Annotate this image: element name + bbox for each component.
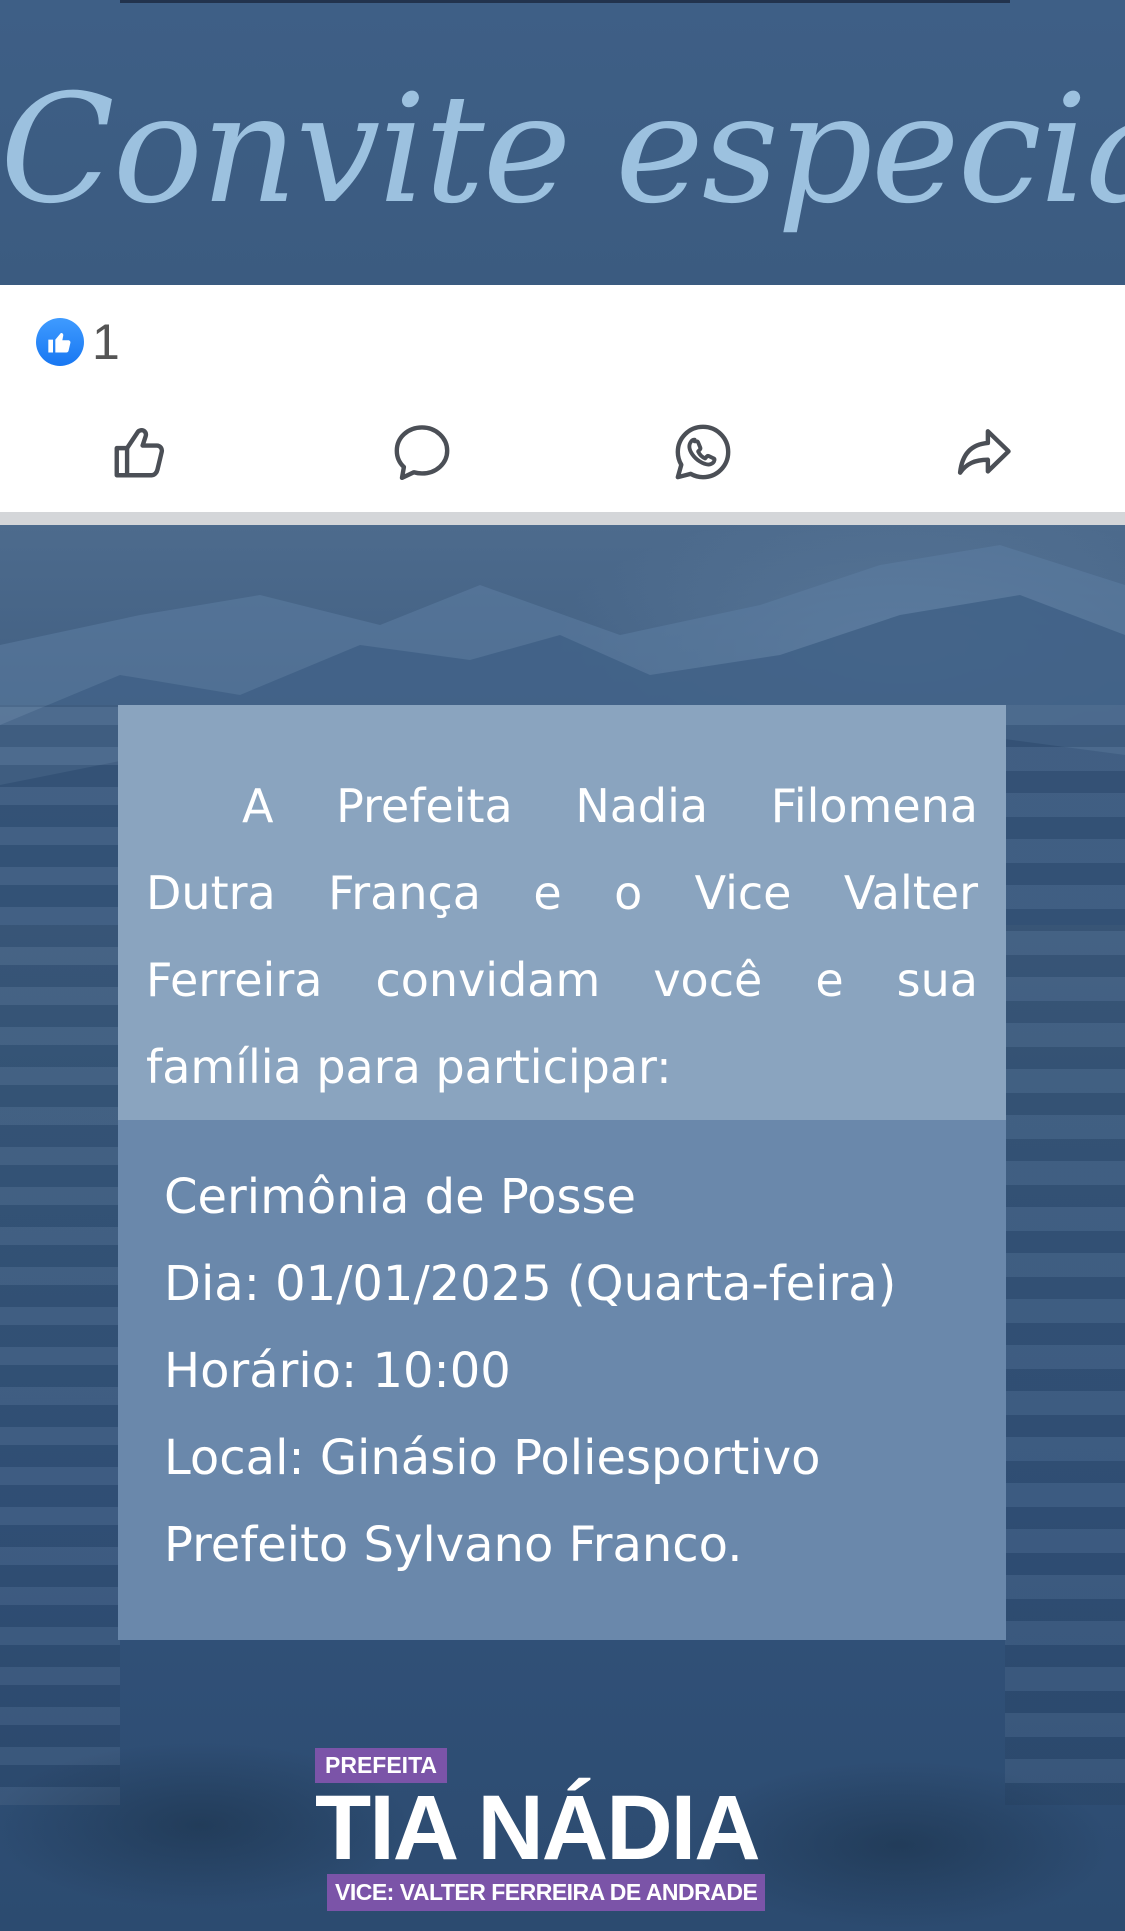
share-arrow-icon <box>957 429 1011 475</box>
like-reaction-icon[interactable] <box>36 318 84 366</box>
whatsapp-icon <box>675 424 731 480</box>
logo-name: TIA NÁDIA <box>315 1777 761 1879</box>
post-image-banner[interactable]: Convite especial <box>0 0 1125 285</box>
comment-bubble-icon <box>394 425 450 481</box>
post-divider <box>0 512 1125 525</box>
event-time: Horário: 10:00 <box>164 1343 511 1399</box>
logo-vice: VICE: VALTER FERREIRA DE ANDRADE <box>327 1874 766 1911</box>
event-name: Cerimônia de Posse <box>164 1169 637 1225</box>
campaign-logo: PREFEITA TIA NÁDIA VICE: VALTER FERREIRA… <box>315 1748 815 1918</box>
event-place-line1: Local: Ginásio Poliesportivo <box>164 1430 821 1486</box>
event-place-line2: Prefeito Sylvano Franco. <box>164 1517 743 1573</box>
banner-top-strip <box>120 0 1010 3</box>
reactions-row <box>0 285 1125 395</box>
whatsapp-button[interactable] <box>671 420 735 484</box>
banner-title: Convite especial <box>0 63 1125 237</box>
comment-button[interactable] <box>390 420 454 484</box>
event-details-card: Cerimônia de Posse Dia: 01/01/2025 (Quar… <box>118 1120 1006 1640</box>
thumbs-up-icon <box>114 428 165 478</box>
invitation-intro-card: A Prefeita Nadia Filomena Dutra França e… <box>118 705 1006 1120</box>
like-button[interactable] <box>108 420 172 484</box>
invitation-intro-text: A Prefeita Nadia Filomena Dutra França e… <box>146 779 978 1094</box>
event-date: Dia: 01/01/2025 (Quarta-feira) <box>164 1256 897 1312</box>
share-button[interactable] <box>952 420 1016 484</box>
like-count[interactable]: 1 <box>92 312 120 372</box>
